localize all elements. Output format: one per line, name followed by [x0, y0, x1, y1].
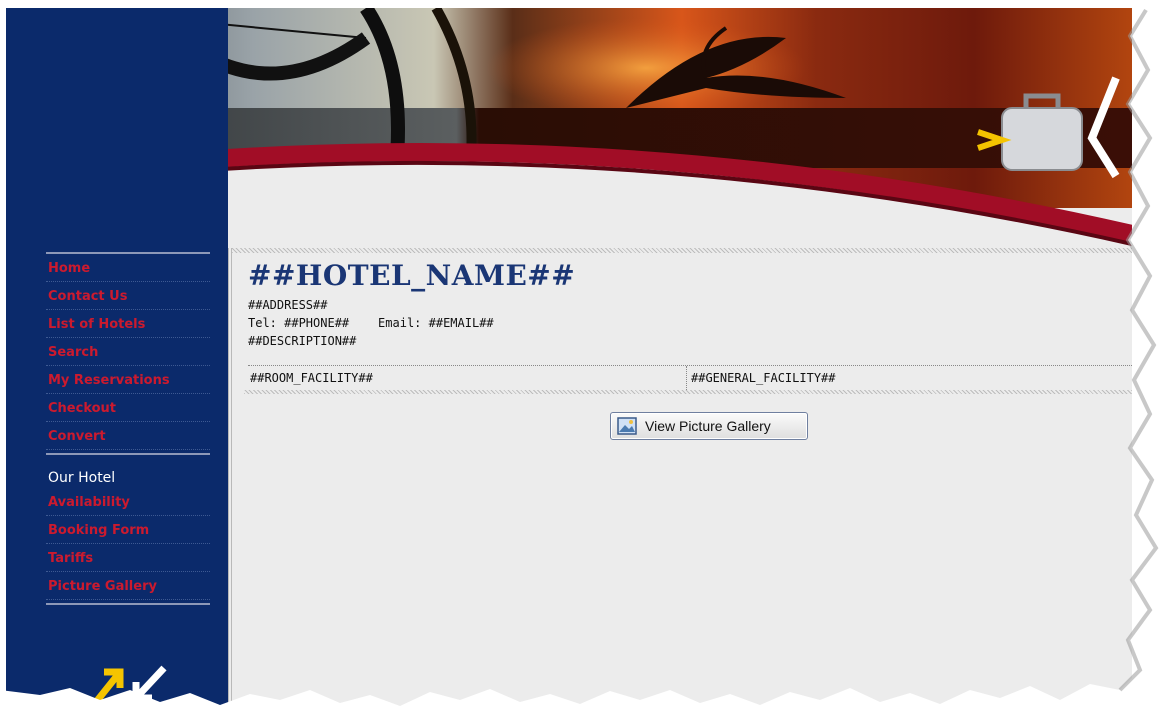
arrows-logo-icon [93, 665, 167, 705]
nav-home[interactable]: Home [46, 257, 210, 282]
nav-booking-form[interactable]: Booking Form [46, 519, 210, 544]
facilities-row: ##ROOM_FACILITY## ##GENERAL_FACILITY## [244, 365, 1132, 394]
hotel-name: ##HOTEL_NAME## [248, 259, 576, 292]
hotel-info: ##HOTEL_NAME## ##ADDRESS## Tel: ##PHONE#… [248, 256, 1118, 350]
general-facility: ##GENERAL_FACILITY## [686, 366, 836, 390]
page-frame: Home Contact Us List of Hotels Search My… [6, 8, 1132, 708]
sidebar-nav: Home Contact Us List of Hotels Search My… [46, 252, 210, 608]
sidebar-divider [46, 252, 210, 254]
hotel-address: ##ADDRESS## [248, 298, 328, 312]
nav-contact-us[interactable]: Contact Us [46, 285, 210, 310]
hotel-contact: Tel: ##PHONE## Email: ##EMAIL## [248, 316, 494, 330]
section-border [232, 248, 1132, 253]
main-content: ##HOTEL_NAME## ##ADDRESS## Tel: ##PHONE#… [228, 248, 1132, 708]
section-border [244, 390, 1132, 394]
sidebar-divider [46, 453, 210, 455]
nav-availability[interactable]: Availability [46, 491, 210, 516]
nav-search[interactable]: Search [46, 341, 210, 366]
nav-tariffs[interactable]: Tariffs [46, 547, 210, 572]
room-facility: ##ROOM_FACILITY## [250, 371, 373, 385]
nav-picture-gallery[interactable]: Picture Gallery [46, 575, 210, 600]
picture-icon [617, 417, 637, 435]
nav-checkout[interactable]: Checkout [46, 397, 210, 422]
nav-convert[interactable]: Convert [46, 425, 210, 450]
nav-list-of-hotels[interactable]: List of Hotels [46, 313, 210, 338]
button-label: View Picture Gallery [645, 418, 771, 434]
hotel-description: ##DESCRIPTION## [248, 334, 357, 348]
view-picture-gallery-button[interactable]: View Picture Gallery [610, 412, 808, 440]
sidebar: Home Contact Us List of Hotels Search My… [6, 8, 228, 708]
sidebar-divider [46, 603, 210, 605]
nav-my-reservations[interactable]: My Reservations [46, 369, 210, 394]
sidebar-section-title: Our Hotel [48, 470, 116, 486]
